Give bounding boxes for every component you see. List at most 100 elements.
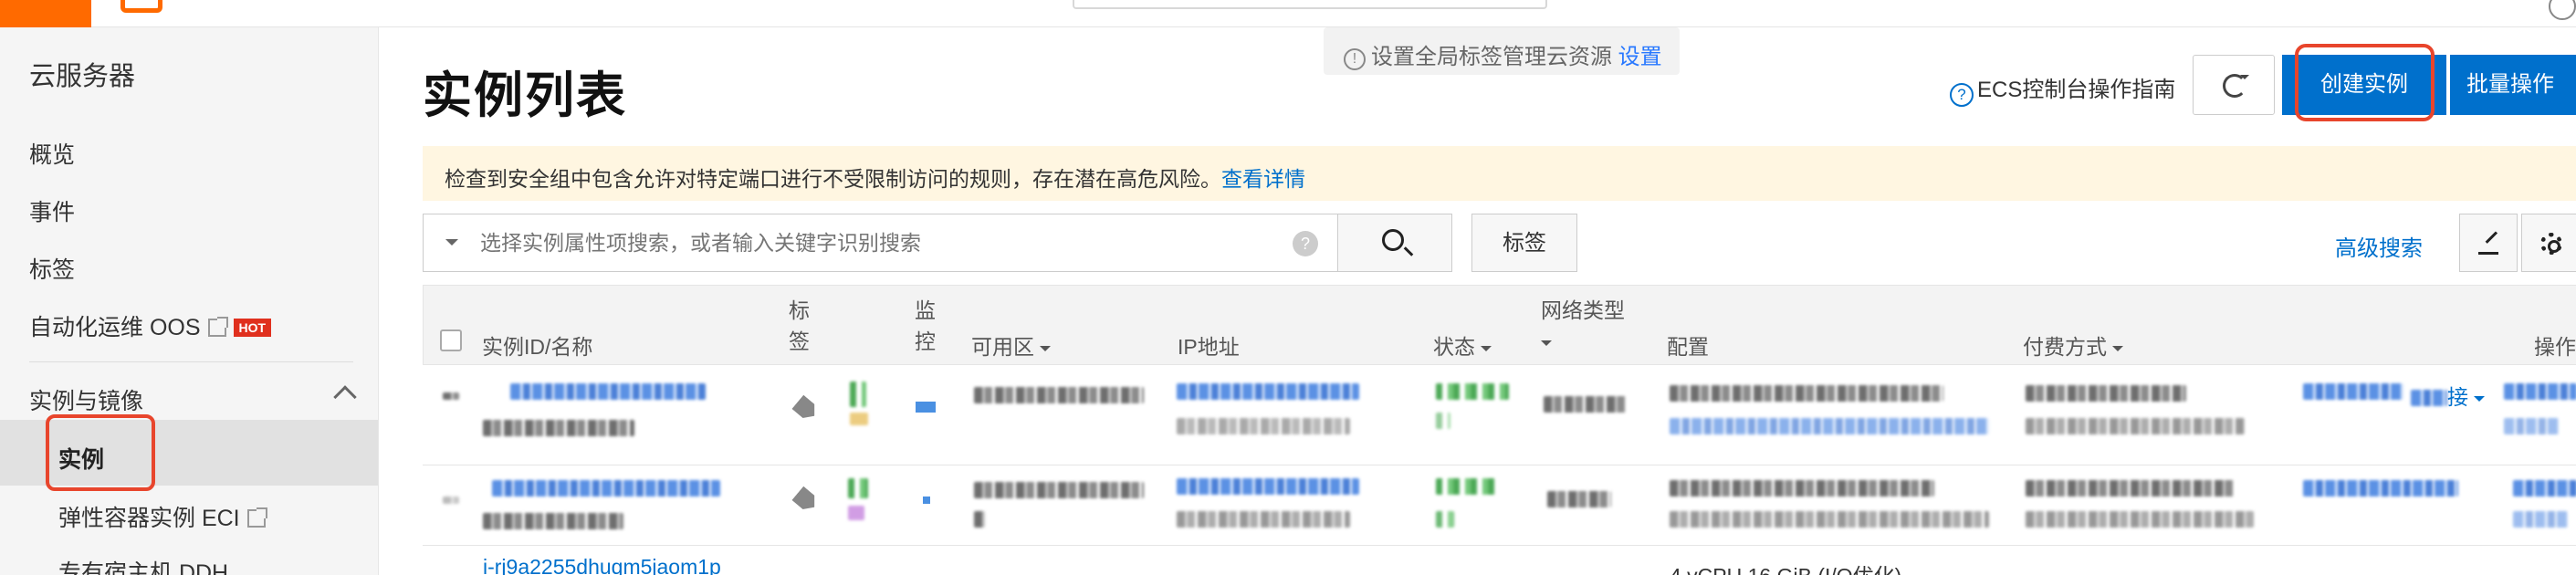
status-icon: [1436, 511, 1454, 528]
sidebar-item-tags[interactable]: 标签: [29, 252, 75, 285]
tag-filter-button[interactable]: 标签: [1471, 214, 1577, 272]
instance-name: [483, 420, 634, 436]
tag-icon[interactable]: [791, 395, 820, 423]
sidebar-item-ddh[interactable]: 专有宿主机 DDH: [58, 555, 228, 575]
billing-value: [2026, 385, 2186, 402]
op-link[interactable]: [2303, 383, 2403, 400]
refresh-button[interactable]: [2193, 55, 2275, 115]
col-network[interactable]: 网络类型: [1541, 295, 1625, 357]
security-alert: 检查到安全组中包含允许对特定端口进行不受限制访问的规则，存在潜在高危风险。查看详…: [423, 146, 2576, 201]
tag-icon[interactable]: [791, 486, 820, 515]
settings-button[interactable]: [2521, 214, 2576, 272]
chevron-down-icon: [1481, 346, 1492, 357]
highlight-box: [2295, 44, 2435, 121]
sidebar: 云服务器 概览 事件 标签 自动化运维 OOS HOT 实例与镜像 实例 弹性容器…: [0, 27, 379, 575]
op-more-link[interactable]: 接: [2411, 380, 2485, 411]
chevron-down-icon: [1040, 346, 1051, 357]
op-link[interactable]: [2504, 383, 2576, 400]
sidebar-group-instances-images[interactable]: 实例与镜像: [29, 383, 357, 416]
search-icon: [1382, 229, 1404, 251]
network-type: [1547, 491, 1611, 507]
table-row: i-rj9a2255dhuqm5jaom1p 4 vCPU 16 GiB (I/…: [423, 546, 2576, 575]
op-link[interactable]: [2303, 480, 2458, 497]
col-billing[interactable]: 付费方式: [2023, 329, 2123, 361]
network-type: [1544, 396, 1628, 413]
op-link[interactable]: [2504, 418, 2559, 434]
tip-settings-link[interactable]: 设置: [1618, 45, 1662, 69]
top-navbar: [0, 0, 2576, 27]
status-metric-icon: [850, 382, 866, 407]
table-row: [423, 465, 2576, 546]
zone-value: [974, 511, 985, 528]
chevron-down-icon: [2474, 396, 2485, 407]
monitor-icon[interactable]: [923, 497, 930, 504]
external-link-icon: [207, 317, 228, 337]
op-link[interactable]: [2513, 480, 2576, 497]
status-running: [1436, 478, 1500, 495]
op-link[interactable]: [2513, 511, 2568, 528]
chevron-down-icon: [2112, 346, 2123, 357]
table-row: 接: [423, 365, 2576, 465]
tag-tip: ! 设置全局标签管理云资源 设置: [1324, 27, 1680, 75]
info-icon: !: [1344, 48, 1366, 70]
export-icon: [2478, 231, 2498, 255]
zone-value: [974, 482, 1144, 498]
avatar[interactable]: [2549, 0, 2576, 20]
instance-id-link[interactable]: [510, 383, 706, 400]
page-title: 实例列表: [423, 68, 627, 123]
chevron-up-icon: [333, 385, 357, 409]
select-all-checkbox[interactable]: [440, 329, 462, 351]
bandwidth-value: [1670, 511, 1989, 528]
row-checkbox[interactable]: [443, 392, 459, 400]
sidebar-item-eci[interactable]: 弹性容器实例 ECI: [58, 500, 267, 533]
col-status[interactable]: 状态: [1433, 329, 1492, 361]
col-id-name: 实例ID/名称: [482, 335, 593, 359]
batch-operation-button[interactable]: 批量操作: [2450, 55, 2576, 115]
help-icon: ?: [1950, 83, 1974, 107]
global-search-input[interactable]: [1073, 0, 1547, 9]
gear-icon: [2540, 233, 2562, 255]
highlight-box: [46, 414, 155, 491]
col-zone[interactable]: 可用区: [971, 329, 1051, 361]
col-monitor: 监控: [915, 298, 936, 353]
col-tag: 标签: [789, 298, 810, 353]
config-value: [1670, 385, 1943, 402]
col-ip: IP地址: [1178, 335, 1240, 359]
col-config: 配置: [1667, 335, 1709, 359]
instance-id-link[interactable]: i-rj9a2255dhuqm5jaom1p: [483, 555, 721, 575]
billing-time: [2026, 418, 2245, 434]
advanced-search-link[interactable]: 高级搜索: [2335, 230, 2423, 262]
monitor-icon[interactable]: [916, 402, 936, 413]
ip-address: [1177, 478, 1359, 495]
search-button[interactable]: [1337, 214, 1452, 272]
instance-search: ?: [423, 214, 1339, 272]
bandwidth-value: [1670, 418, 1989, 434]
logo-mark-icon: [120, 0, 162, 13]
sidebar-item-events[interactable]: 事件: [29, 194, 75, 227]
billing-value: [2026, 480, 2236, 497]
export-button[interactable]: [2459, 214, 2518, 272]
sidebar-divider: [29, 361, 353, 362]
console-guide-link[interactable]: ? ECS控制台操作指南: [1950, 71, 2175, 107]
row-checkbox[interactable]: [443, 497, 459, 504]
chevron-down-icon: [1541, 340, 1552, 351]
col-ops: 操作: [2534, 335, 2576, 359]
config-value: 4 vCPU 16 GiB (I/O优化): [1670, 559, 1901, 575]
metric-icon: [848, 506, 864, 520]
refresh-icon: [2223, 74, 2246, 98]
status-running: [1436, 383, 1509, 400]
sidebar-item-overview[interactable]: 概览: [29, 137, 75, 170]
shield-icon: [848, 478, 868, 498]
alert-details-link[interactable]: 查看详情: [1221, 167, 1305, 191]
chevron-down-icon[interactable]: [445, 239, 458, 252]
search-input[interactable]: [480, 227, 1210, 258]
ip-address: [1177, 418, 1350, 434]
table-header: 实例ID/名称 标签 监控 可用区 IP地址 状态 网络类型 配置 付费方式 操…: [423, 285, 2576, 365]
brand-logo[interactable]: [0, 0, 91, 27]
status-icon: [1436, 413, 1450, 429]
ip-address: [1177, 511, 1350, 528]
sidebar-item-oos[interactable]: 自动化运维 OOS HOT: [29, 309, 272, 342]
help-icon[interactable]: ?: [1293, 231, 1318, 256]
metric-icon: [850, 413, 868, 425]
instance-id-link[interactable]: [492, 480, 720, 497]
